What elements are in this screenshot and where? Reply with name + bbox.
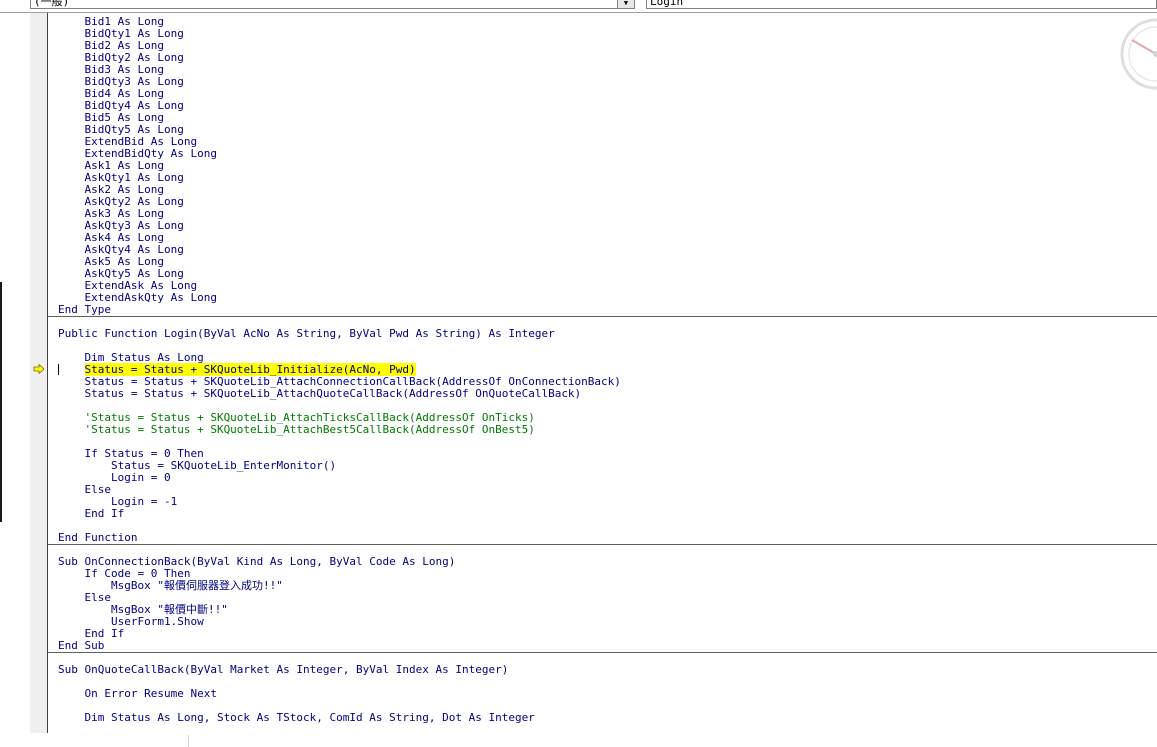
procedure-separator [48,544,1157,545]
object-combo[interactable]: (一般) [30,0,635,9]
speedometer-icon [1120,18,1157,90]
code-line: End Type [58,303,111,316]
text-caret [58,364,59,375]
comment-line: 'Status = Status + SKQuoteLib_AttachBest… [58,423,535,436]
arrow-right-icon [33,364,45,374]
window-edge-strip [0,282,2,522]
object-combo-dropdown-button[interactable]: ▼ [617,0,635,9]
code-editor[interactable]: Bid1 As Long BidQty1 As Long Bid2 As Lon… [48,13,1157,733]
code-window-toolbar: (一般) ▼ Login [0,0,1157,13]
scrollbar-edge [188,735,189,747]
code-line: On Error Resume Next [58,687,217,700]
code-line: Sub OnQuoteCallBack(ByVal Market As Inte… [58,663,509,676]
code-line: End Function [58,531,138,544]
code-line: End Sub [58,639,105,652]
code-line: Dim Status As Long, Stock As TStock, Com… [58,711,535,724]
code-line: Status = Status + SKQuoteLib_AttachQuote… [58,387,582,400]
code-line: Public Function Login(ByVal AcNo As Stri… [58,327,555,340]
code-line: End If [58,507,125,520]
procedure-combo[interactable]: Login [646,0,1157,9]
procedure-separator [48,316,1157,317]
procedure-separator [48,652,1157,653]
